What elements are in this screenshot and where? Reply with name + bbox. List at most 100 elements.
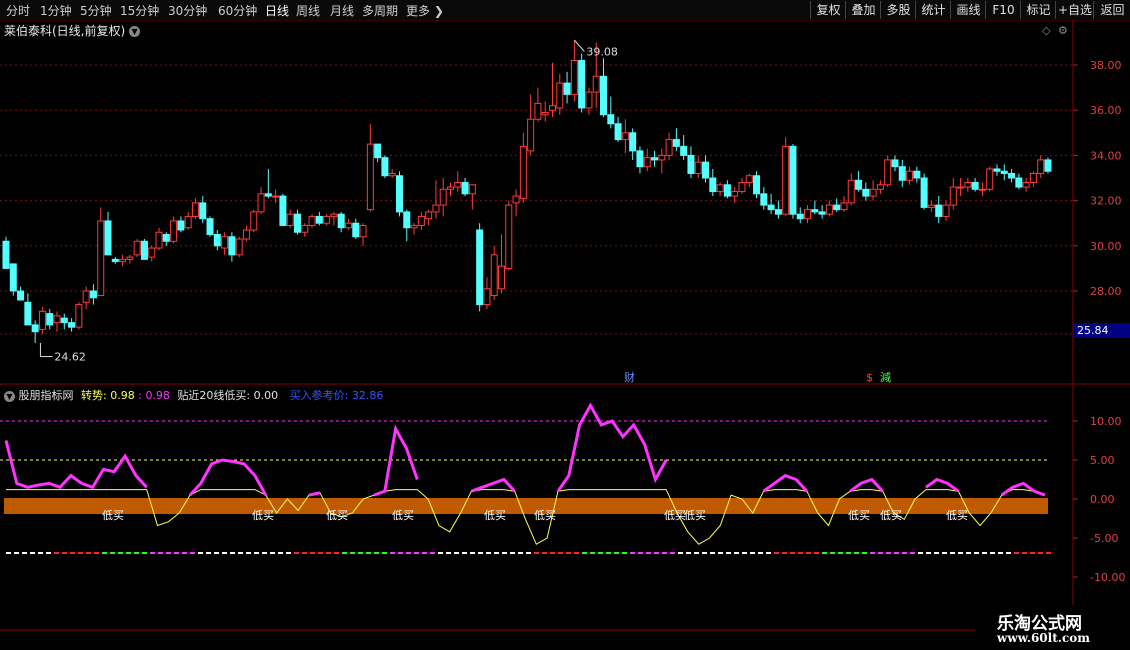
- candle-body[interactable]: [986, 168, 994, 190]
- period-tab-1[interactable]: 1分钟: [40, 2, 72, 19]
- toolbar-button-7[interactable]: +自选: [1055, 1, 1094, 19]
- candle-body[interactable]: [272, 195, 280, 198]
- candle-body[interactable]: [315, 215, 323, 224]
- candle-body[interactable]: [323, 215, 331, 224]
- candle-body[interactable]: [884, 159, 892, 186]
- toolbar-button-3[interactable]: 统计: [915, 1, 951, 19]
- candle-body[interactable]: [410, 224, 418, 229]
- candle-body[interactable]: [374, 143, 382, 159]
- candle-body[interactable]: [2, 240, 10, 269]
- toolbar-button-1[interactable]: 叠加: [845, 1, 881, 19]
- candle-body[interactable]: [607, 114, 615, 125]
- candle-body[interactable]: [381, 157, 389, 177]
- candle-body[interactable]: [337, 213, 345, 229]
- candle-body[interactable]: [578, 59, 586, 109]
- candle-body[interactable]: [891, 159, 899, 168]
- candle-body[interactable]: [461, 182, 469, 195]
- candle-body[interactable]: [476, 229, 484, 306]
- gear-icon[interactable]: ⚙: [1058, 24, 1068, 37]
- candle-body[interactable]: [687, 154, 695, 174]
- candle-body[interactable]: [672, 139, 680, 147]
- candle-body[interactable]: [585, 91, 593, 109]
- candle-body[interactable]: [344, 222, 352, 229]
- candle-body[interactable]: [403, 211, 411, 229]
- candle-body[interactable]: [286, 213, 294, 226]
- candle-body[interactable]: [621, 132, 629, 141]
- candle-body[interactable]: [359, 224, 367, 238]
- period-tab-7[interactable]: 周线: [296, 2, 320, 19]
- candle-body[interactable]: [855, 179, 863, 190]
- candle-body[interactable]: [505, 204, 513, 269]
- period-tab-2[interactable]: 5分钟: [80, 2, 112, 19]
- candle-body[interactable]: [432, 204, 440, 213]
- candle-body[interactable]: [279, 195, 287, 226]
- candle-body[interactable]: [89, 290, 97, 299]
- candle-body[interactable]: [629, 132, 637, 152]
- period-tab-8[interactable]: 月线: [330, 2, 354, 19]
- candle-body[interactable]: [913, 170, 921, 179]
- candle-body[interactable]: [60, 317, 68, 324]
- candle-body[interactable]: [1000, 170, 1008, 174]
- candle-body[interactable]: [293, 213, 301, 233]
- candle-body[interactable]: [825, 204, 833, 215]
- candle-body[interactable]: [927, 204, 935, 208]
- candle-body[interactable]: [949, 186, 957, 206]
- candle-body[interactable]: [497, 265, 505, 290]
- candle-body[interactable]: [527, 118, 535, 152]
- candle-body[interactable]: [104, 220, 112, 256]
- candle-body[interactable]: [760, 193, 768, 206]
- candle-body[interactable]: [155, 231, 163, 249]
- candle-body[interactable]: [774, 209, 782, 215]
- candle-body[interactable]: [126, 256, 134, 260]
- candle-body[interactable]: [811, 209, 819, 213]
- candle-body[interactable]: [352, 222, 360, 238]
- candle-body[interactable]: [898, 166, 906, 181]
- candle-body[interactable]: [549, 105, 557, 111]
- candle-body[interactable]: [133, 240, 141, 256]
- candle-body[interactable]: [439, 188, 447, 206]
- period-tab-6[interactable]: 日线: [265, 2, 289, 19]
- candle-body[interactable]: [199, 202, 207, 220]
- chevron-down-icon[interactable]: ▼: [129, 26, 141, 37]
- candle-body[interactable]: [31, 324, 39, 333]
- period-tab-9[interactable]: 多周期: [362, 2, 398, 19]
- candle-body[interactable]: [24, 301, 32, 326]
- candle-body[interactable]: [600, 75, 608, 116]
- toolbar-button-4[interactable]: 画线: [950, 1, 986, 19]
- candle-body[interactable]: [242, 229, 250, 240]
- candle-body[interactable]: [82, 290, 90, 303]
- candle-body[interactable]: [643, 157, 651, 168]
- candle-body[interactable]: [170, 220, 178, 242]
- candle-body[interactable]: [184, 215, 192, 229]
- candle-body[interactable]: [308, 215, 316, 226]
- diamond-icon[interactable]: ◇: [1042, 24, 1050, 37]
- candle-body[interactable]: [876, 184, 884, 190]
- candle-body[interactable]: [75, 304, 83, 328]
- chevron-down-icon[interactable]: ▼: [4, 390, 15, 402]
- candle-body[interactable]: [651, 157, 659, 161]
- candle-body[interactable]: [978, 188, 986, 191]
- toolbar-button-8[interactable]: 返回: [1093, 1, 1130, 19]
- candle-body[interactable]: [68, 322, 76, 328]
- candle-body[interactable]: [111, 258, 119, 263]
- candle-body[interactable]: [53, 315, 61, 324]
- candle-body[interactable]: [862, 188, 870, 197]
- candle-body[interactable]: [993, 168, 1001, 172]
- event-mark-finance[interactable]: 财: [624, 370, 635, 384]
- candle-body[interactable]: [1044, 159, 1052, 172]
- candle-body[interactable]: [1022, 182, 1030, 188]
- candle-body[interactable]: [570, 59, 578, 95]
- candle-body[interactable]: [964, 182, 972, 188]
- candle-body[interactable]: [702, 161, 710, 179]
- candle-body[interactable]: [38, 310, 46, 330]
- candle-body[interactable]: [767, 204, 775, 211]
- candle-body[interactable]: [519, 145, 527, 199]
- toolbar-button-2[interactable]: 多股: [880, 1, 916, 19]
- candle-body[interactable]: [738, 182, 746, 193]
- candle-body[interactable]: [920, 177, 928, 208]
- candle-body[interactable]: [942, 204, 950, 217]
- candle-body[interactable]: [213, 234, 221, 247]
- candle-body[interactable]: [534, 102, 542, 120]
- candle-body[interactable]: [592, 75, 600, 93]
- candle-body[interactable]: [971, 182, 979, 190]
